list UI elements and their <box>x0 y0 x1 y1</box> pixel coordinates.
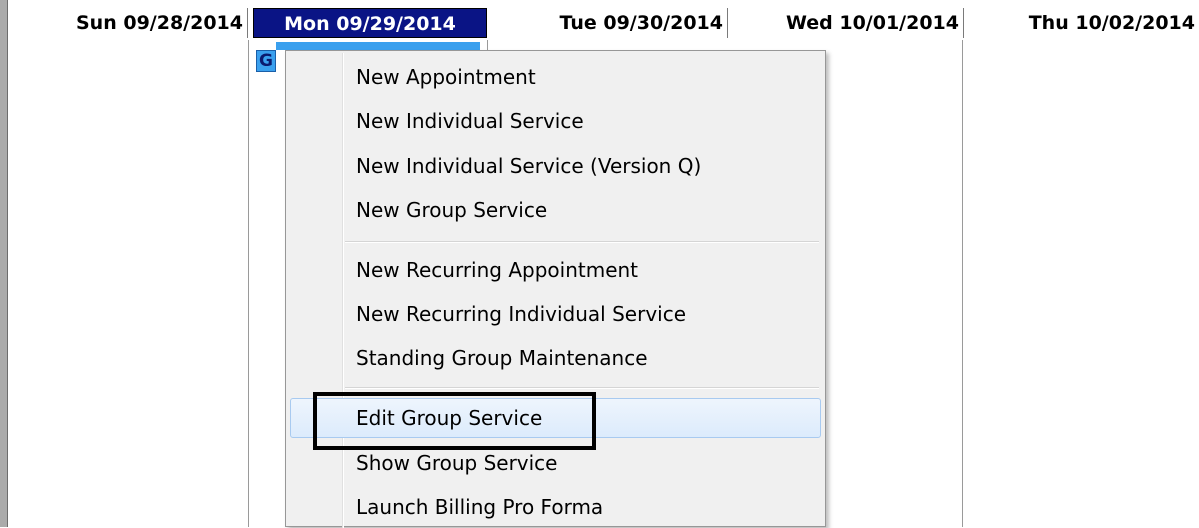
menu-separator <box>345 387 819 389</box>
day-header-thu[interactable]: Thu 10/02/2014 <box>964 8 1199 38</box>
menu-item-new-appointment[interactable]: New Appointment <box>290 57 821 97</box>
context-menu: New Appointment New Individual Service N… <box>285 50 826 528</box>
group-appointment-bar[interactable] <box>276 42 480 50</box>
day-header-wed[interactable]: Wed 10/01/2014 <box>728 8 964 38</box>
menu-item-standing-group-maintenance[interactable]: Standing Group Maintenance <box>290 338 821 378</box>
day-column-divider <box>248 40 249 527</box>
menu-item-new-recurring-individual-service[interactable]: New Recurring Individual Service <box>290 294 821 334</box>
menu-item-show-group-service[interactable]: Show Group Service <box>290 443 821 483</box>
day-header-tue[interactable]: Tue 09/30/2014 <box>492 8 728 38</box>
group-appointment-icon[interactable]: G <box>256 50 276 72</box>
menu-item-launch-billing-pro-forma[interactable]: Launch Billing Pro Forma <box>290 487 821 527</box>
left-window-frame <box>0 0 8 527</box>
day-header-mon-selected[interactable]: Mon 09/29/2014 <box>253 8 487 38</box>
calendar-day-headers: Sun 09/28/2014 Mon 09/29/2014 Tue 09/30/… <box>8 0 1199 40</box>
menu-item-new-individual-service-version-q[interactable]: New Individual Service (Version Q) <box>290 146 821 186</box>
day-header-sun[interactable]: Sun 09/28/2014 <box>8 8 248 38</box>
menu-item-edit-group-service[interactable]: Edit Group Service <box>290 398 821 438</box>
menu-item-new-recurring-appointment[interactable]: New Recurring Appointment <box>290 250 821 290</box>
day-column-divider <box>962 40 963 527</box>
menu-separator <box>345 241 819 243</box>
menu-item-new-individual-service[interactable]: New Individual Service <box>290 101 821 141</box>
menu-item-new-group-service[interactable]: New Group Service <box>290 190 821 230</box>
